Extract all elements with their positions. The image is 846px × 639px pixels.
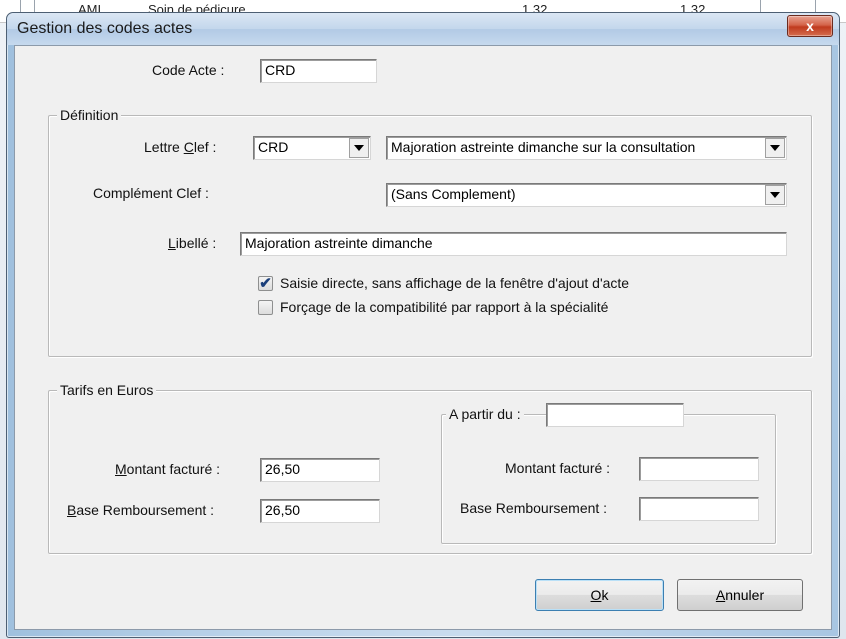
dialog-title: Gestion des codes actes — [17, 20, 193, 37]
future-base-remboursement-input[interactable] — [639, 497, 759, 521]
saisie-directe-checkbox[interactable]: ✔ — [258, 276, 273, 291]
ok-button[interactable]: Ok — [535, 579, 664, 611]
close-button[interactable]: x — [787, 15, 833, 37]
saisie-directe-label[interactable]: Saisie directe, sans affichage de la fen… — [280, 275, 629, 291]
title-bar[interactable]: Gestion des codes actes x — [7, 13, 839, 45]
a-partir-du-date-input[interactable] — [546, 403, 684, 427]
checkmark-icon: ✔ — [259, 275, 272, 292]
lettre-clef-description-select[interactable]: Majoration astreinte dimanche sur la con… — [386, 136, 787, 160]
chevron-down-icon[interactable] — [765, 138, 785, 158]
future-base-remboursement-label: Base Remboursement : — [460, 500, 608, 516]
close-icon: x — [806, 18, 814, 34]
base-remboursement-label: Base Remboursement : — [67, 502, 215, 518]
ok-button-label: Ok — [590, 587, 609, 603]
libelle-label: Libellé : — [168, 235, 217, 251]
libelle-input[interactable]: Majoration astreinte dimanche — [240, 232, 787, 256]
definition-group: Définition Lettre Clef : CRD Majoration … — [48, 107, 812, 357]
cancel-button[interactable]: Annuler — [677, 579, 803, 611]
lettre-clef-description-value: Majoration astreinte dimanche sur la con… — [391, 139, 696, 155]
dialog-body: Code Acte : CRD Définition Lettre Clef :… — [14, 45, 832, 630]
dialog-window: Gestion des codes actes x Code Acte : CR… — [6, 12, 840, 638]
definition-group-title: Définition — [57, 107, 122, 123]
base-remboursement-input[interactable]: 26,50 — [260, 499, 380, 523]
montant-facture-input[interactable]: 26,50 — [260, 458, 380, 482]
code-acte-input[interactable]: CRD — [260, 59, 377, 83]
cancel-button-label: Annuler — [715, 587, 765, 603]
tarifs-group: Tarifs en Euros Montant facturé : 26,50 … — [48, 382, 812, 554]
complement-clef-label: Complément Clef : — [93, 185, 209, 201]
forcage-label[interactable]: Forçage de la compatibilité par rapport … — [280, 299, 608, 315]
code-acte-label: Code Acte : — [152, 62, 225, 78]
a-partir-du-group: A partir du : Montant facturé : Base Rem… — [441, 403, 776, 544]
forcage-checkbox[interactable] — [258, 300, 273, 315]
a-partir-du-label: A partir du : — [446, 406, 524, 422]
future-montant-facture-input[interactable] — [639, 457, 759, 481]
future-montant-facture-label: Montant facturé : — [505, 460, 611, 476]
tarifs-group-title: Tarifs en Euros — [57, 382, 157, 398]
chevron-down-icon[interactable] — [765, 185, 785, 205]
complement-clef-select[interactable]: (Sans Complement) — [386, 183, 787, 207]
lettre-clef-select[interactable]: CRD — [253, 136, 371, 160]
chevron-down-icon[interactable] — [349, 138, 369, 158]
lettre-clef-value: CRD — [258, 139, 289, 155]
lettre-clef-label: Lettre Clef : — [144, 139, 217, 155]
montant-facture-label: Montant facturé : — [115, 461, 221, 477]
complement-clef-value: (Sans Complement) — [391, 186, 516, 202]
